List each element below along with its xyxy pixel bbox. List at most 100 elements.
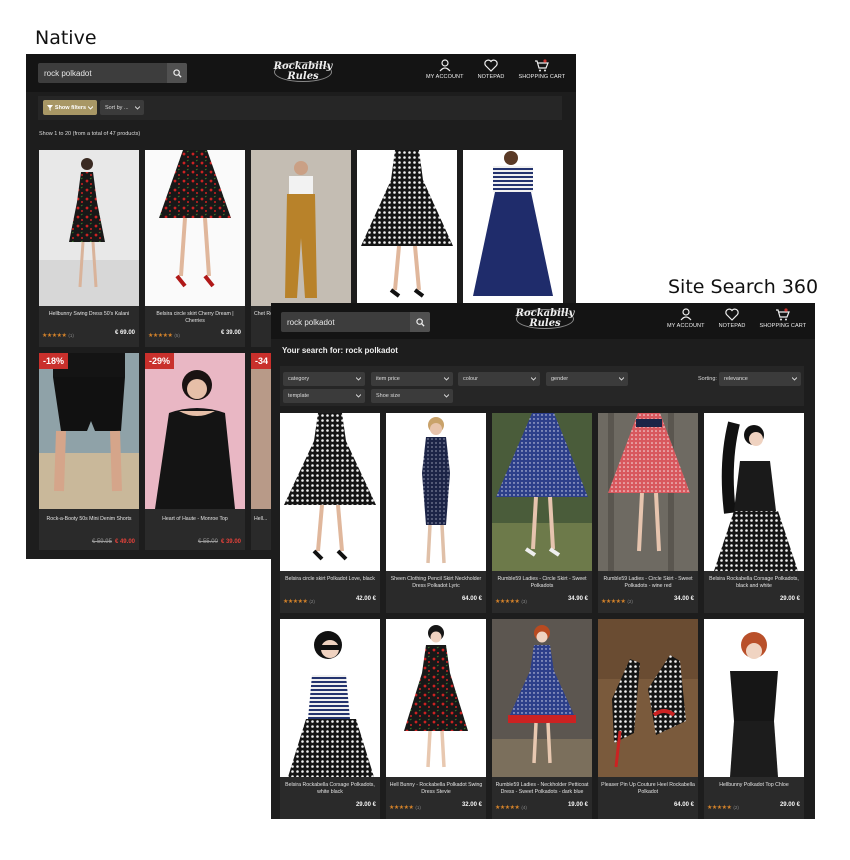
- product-image[interactable]: -29%: [145, 353, 245, 509]
- product-name[interactable]: Pleaser Pin Up Couture Heel Rockabella P…: [601, 782, 695, 795]
- product-image[interactable]: [386, 619, 486, 777]
- product-price: 64.00 €: [673, 802, 694, 808]
- chevron-down-icon: [531, 377, 536, 381]
- product-image[interactable]: [357, 150, 457, 306]
- my-account-link[interactable]: MY ACCOUNT: [426, 59, 464, 80]
- discount-badge: -29%: [145, 353, 175, 369]
- user-icon: [680, 308, 692, 321]
- rating-stars: ★★★★★: [601, 599, 626, 605]
- product-image[interactable]: [39, 150, 139, 306]
- rating-stars: ★★★★★: [707, 805, 732, 811]
- review-count: (2): [309, 599, 315, 604]
- logo[interactable]: Rockabilly Rules: [514, 306, 576, 332]
- product-image[interactable]: [145, 150, 245, 306]
- product-image[interactable]: [280, 619, 380, 777]
- my-account-link[interactable]: MY ACCOUNT: [667, 308, 705, 329]
- review-count: (3): [521, 599, 527, 604]
- product-name[interactable]: Belsira circle skirt Polkadot Love, blac…: [283, 576, 377, 583]
- product-card[interactable]: -29% Heart of Haute - Monroe Top € 55.00…: [145, 353, 245, 550]
- search-icon: [415, 317, 425, 327]
- product-name[interactable]: Rumble59 Ladies - Circle Skirt - Sweet P…: [495, 576, 589, 589]
- product-card[interactable]: Rumble59 Ladies - Circle Skirt - Sweet P…: [492, 413, 592, 613]
- product-name[interactable]: Rumble59 Ladies - Neckholder Petticoat D…: [495, 782, 589, 795]
- product-card[interactable]: Belsira Rockabella Corsage Polkadots, bl…: [704, 413, 804, 613]
- product-name[interactable]: Rock-a-Booty 50s Mini Denim Shorts: [42, 516, 136, 523]
- product-card[interactable]: Pleaser Pin Up Couture Heel Rockabella P…: [598, 619, 698, 819]
- product-image[interactable]: [251, 150, 351, 306]
- user-icon: [439, 59, 451, 72]
- product-image[interactable]: [492, 619, 592, 777]
- rating-stars: ★★★★★: [283, 599, 308, 605]
- header-nav: MY ACCOUNT NOTEPAD SHOPPING CART: [667, 308, 806, 329]
- filter-colour[interactable]: colour: [458, 372, 540, 386]
- product-name[interactable]: Hellbunny Polkadot Top Chloe: [707, 782, 801, 789]
- search-button[interactable]: [410, 312, 430, 332]
- product-name[interactable]: Belsira circle skirt Cherry Dream | Cher…: [148, 311, 242, 324]
- filter-shoe-size[interactable]: Shoe size: [371, 389, 453, 403]
- filter-item-price[interactable]: item price: [371, 372, 453, 386]
- filter-gender[interactable]: gender: [546, 372, 628, 386]
- notepad-link[interactable]: NOTEPAD: [719, 308, 746, 329]
- search-button[interactable]: [167, 63, 187, 83]
- rating-stars: ★★★★★: [148, 333, 173, 339]
- product-card[interactable]: -18% Rock-a-Booty 50s Mini Denim Shorts …: [39, 353, 139, 550]
- product-card[interactable]: Rumble59 Ladies - Circle Skirt - Sweet P…: [598, 413, 698, 613]
- filter-category[interactable]: category: [283, 372, 365, 386]
- rating-stars: ★★★★★: [42, 333, 67, 339]
- search-input[interactable]: rock polkadot: [281, 318, 410, 327]
- product-name[interactable]: Rumble59 Ladies - Circle Skirt - Sweet P…: [601, 576, 695, 589]
- shopping-cart-link[interactable]: SHOPPING CART: [518, 59, 565, 80]
- search-box[interactable]: rock polkadot: [281, 312, 430, 332]
- product-card[interactable]: Rumble59 Ladies - Neckholder Petticoat D…: [492, 619, 592, 819]
- show-filters-button[interactable]: Show filters: [43, 100, 97, 115]
- filter-template[interactable]: template: [283, 389, 365, 403]
- notepad-link[interactable]: NOTEPAD: [478, 59, 505, 80]
- product-image[interactable]: [704, 413, 804, 571]
- sort-select[interactable]: Sort by ...: [100, 100, 144, 115]
- product-price: 34.90 €: [567, 596, 588, 602]
- product-image[interactable]: [598, 413, 698, 571]
- product-price: 19.00 €: [567, 802, 588, 808]
- caption-site-search: Site Search 360: [668, 276, 819, 298]
- chevron-down-icon: [444, 394, 449, 398]
- product-name[interactable]: Hellbunny Swing Dress 50's Kalani: [42, 311, 136, 318]
- sorting-select[interactable]: relevance: [719, 372, 801, 386]
- product-image[interactable]: [704, 619, 804, 777]
- shopping-cart-link[interactable]: SHOPPING CART: [759, 308, 806, 329]
- product-image[interactable]: [598, 619, 698, 777]
- product-image[interactable]: [492, 413, 592, 571]
- product-name[interactable]: Belsira Rockabella Corsage Polkadots, bl…: [707, 576, 801, 589]
- product-name[interactable]: Sheen Clothing Pencil Skirt Neckholder D…: [389, 576, 483, 589]
- chevron-down-icon: [135, 105, 140, 110]
- product-image[interactable]: [386, 413, 486, 571]
- sorting-label: Sorting:: [698, 376, 717, 382]
- product-image[interactable]: -18%: [39, 353, 139, 509]
- product-name[interactable]: Belsira Rockabella Corsage Polkadots, wh…: [283, 782, 377, 795]
- product-card[interactable]: Hell Bunny - Rockabella Polkadot Swing D…: [386, 619, 486, 819]
- review-count: (1): [68, 333, 74, 338]
- product-card[interactable]: Belsira Rockabella Corsage Polkadots, wh…: [280, 619, 380, 819]
- product-image[interactable]: [280, 413, 380, 571]
- product-image[interactable]: [463, 150, 563, 306]
- chevron-down-icon: [356, 394, 361, 398]
- product-card[interactable]: Hellbunny Swing Dress 50's Kalani ★★★★★(…: [39, 150, 139, 347]
- chevron-down-icon: [444, 377, 449, 381]
- search-heading: Your search for: rock polkadot: [282, 346, 398, 355]
- product-price: 42.00 €: [355, 596, 376, 602]
- product-name[interactable]: Hell Bunny - Rockabella Polkadot Swing D…: [389, 782, 483, 795]
- chevron-down-icon: [619, 377, 624, 381]
- product-price: € 69.00: [114, 330, 135, 336]
- product-card[interactable]: Sheen Clothing Pencil Skirt Neckholder D…: [386, 413, 486, 613]
- heart-icon: [484, 59, 498, 72]
- search-box[interactable]: rock polkadot: [38, 63, 187, 83]
- product-card[interactable]: Belsira circle skirt Polkadot Love, blac…: [280, 413, 380, 613]
- product-card[interactable]: Hellbunny Polkadot Top Chloe ★★★★★ (2) 29…: [704, 619, 804, 819]
- review-count: (4): [521, 805, 527, 810]
- discount-badge: -18%: [39, 353, 69, 369]
- rating-stars: ★★★★★: [389, 805, 414, 811]
- product-price: € 39.00: [220, 330, 241, 336]
- product-card[interactable]: Belsira circle skirt Cherry Dream | Cher…: [145, 150, 245, 347]
- search-input[interactable]: rock polkadot: [38, 69, 167, 78]
- logo[interactable]: Rockabilly Rules: [272, 59, 334, 85]
- product-name[interactable]: Heart of Haute - Monroe Top: [148, 516, 242, 523]
